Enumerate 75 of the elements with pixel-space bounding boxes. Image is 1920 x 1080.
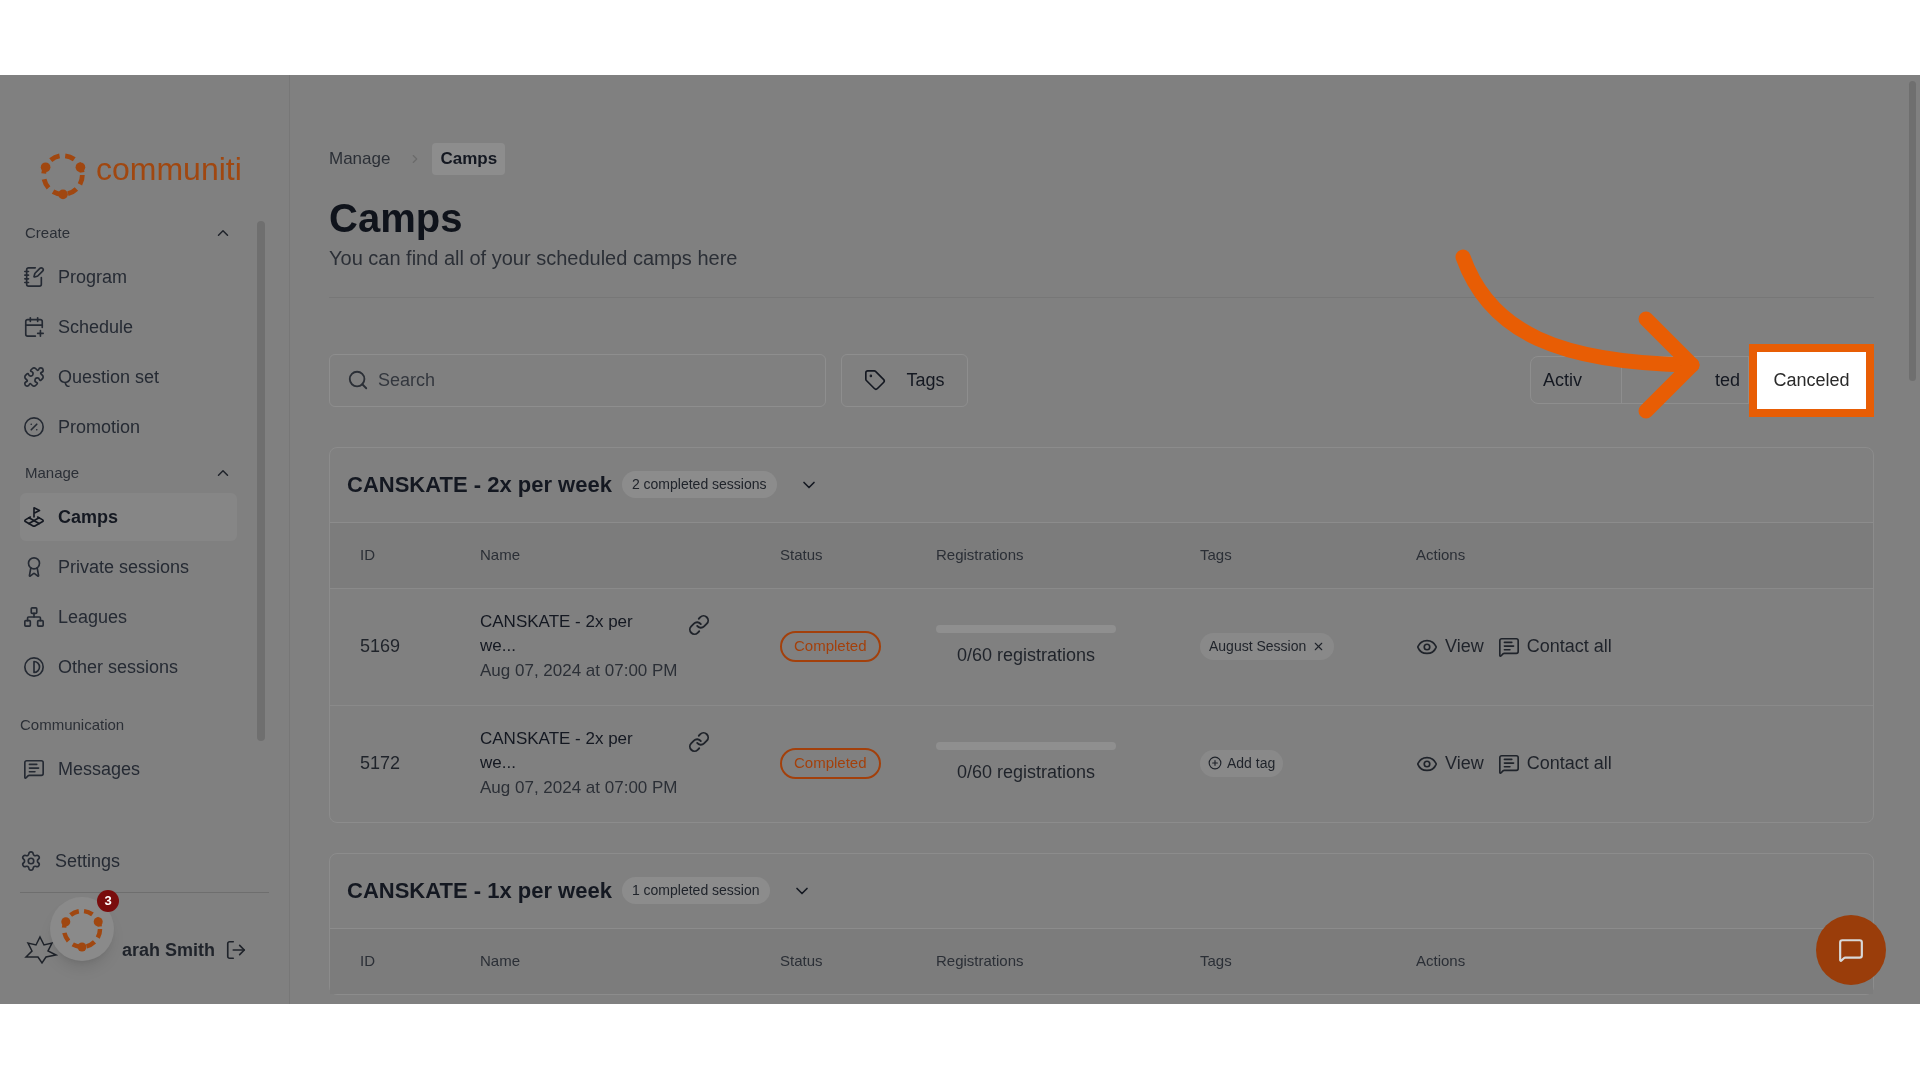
session-name: CANSKATE - 2x per we... [480, 610, 634, 657]
nav-item[interactable]: Schedule [20, 303, 237, 351]
registrations-count: 0/60 registrations [955, 643, 1097, 667]
group-title: CANSKATE - 2x per week [347, 471, 612, 499]
breadcrumb-link[interactable]: Manage [321, 143, 399, 175]
nav-icon [23, 316, 45, 338]
column-header: Status [780, 546, 823, 563]
logo-text: communiti [96, 153, 242, 185]
nav-item[interactable]: Program [20, 253, 237, 301]
nav-icon [23, 656, 45, 678]
status-badge: Completed [780, 631, 881, 662]
column-header: Status [780, 952, 823, 969]
nav-item[interactable]: Promotion [20, 403, 237, 451]
action-link[interactable]: Contact all [1497, 750, 1612, 777]
nav-icon [23, 366, 45, 388]
search-field[interactable]: Search [329, 353, 826, 407]
column-header: ID [360, 952, 375, 969]
nav-item[interactable]: Messages [20, 745, 237, 793]
nav-item[interactable]: Camps [20, 493, 237, 541]
page-title: Camps [329, 194, 464, 242]
nav-item[interactable]: Question set [20, 353, 237, 401]
add-tag-button[interactable]: Add tag [1200, 749, 1284, 777]
nav-item[interactable]: Leagues [20, 593, 237, 641]
nav-icon [23, 506, 45, 528]
message-icon [1497, 635, 1520, 658]
section-label: Manage [25, 462, 80, 483]
user-name: arah Smith [122, 938, 216, 962]
nav-item[interactable]: Private sessions [20, 543, 237, 591]
action-link[interactable]: View [1416, 633, 1484, 660]
nav-icon [23, 266, 45, 288]
nav-icon [23, 758, 45, 780]
column-header: Name [480, 546, 520, 563]
status-filter-tab[interactable]: Canceled [1749, 343, 1874, 417]
section-label: Communication [20, 714, 125, 735]
settings-icon [20, 850, 42, 872]
message-icon [1497, 752, 1520, 775]
tag-chip: August Session [1200, 633, 1335, 660]
group-title: CANSKATE - 1x per week [347, 877, 612, 905]
column-header: ID [360, 546, 375, 563]
session-name: CANSKATE - 2x per we... [480, 727, 634, 774]
logout-icon[interactable] [225, 939, 248, 961]
breadcrumb-link[interactable]: Camps [432, 143, 506, 175]
column-header: Registrations [936, 952, 1024, 969]
session-count-badge: 1 completed session [621, 877, 770, 904]
status-badge: Completed [780, 748, 881, 779]
search-icon [347, 368, 369, 391]
nav-icon [23, 416, 45, 438]
page-subtitle: You can find all of your scheduled camps here [329, 245, 739, 271]
notification-count: 3 [97, 890, 119, 912]
plus-icon [1208, 756, 1222, 771]
tags-button[interactable]: Tags [841, 353, 968, 407]
status-filter-tab[interactable]: Activ [1530, 356, 1622, 404]
action-link[interactable]: View [1416, 750, 1484, 777]
tag-icon [864, 369, 887, 391]
session-date: Aug 07, 2024 at 07:00 PM [480, 776, 678, 799]
nav-item[interactable]: Other sessions [20, 643, 237, 691]
link-icon[interactable] [687, 613, 710, 636]
column-header: Registrations [936, 546, 1024, 563]
id-cell: 5169 [360, 636, 401, 656]
column-header: Actions [1416, 546, 1466, 563]
notification-widget[interactable] [50, 897, 114, 961]
section-label: Create [25, 222, 71, 243]
registrations-count: 0/60 registrations [955, 760, 1097, 784]
session-count-badge: 2 completed sessions [621, 471, 777, 498]
settings-nav-item[interactable]: Settings [20, 837, 269, 885]
column-header: Tags [1200, 546, 1232, 563]
link-icon[interactable] [687, 730, 710, 753]
action-link[interactable]: Contact all [1497, 633, 1612, 660]
column-header: Tags [1200, 952, 1232, 969]
session-date: Aug 07, 2024 at 07:00 PM [480, 659, 678, 682]
id-cell: 5172 [360, 753, 401, 773]
nav-icon [23, 606, 45, 628]
chat-icon [1838, 937, 1864, 963]
column-header: Actions [1416, 952, 1466, 969]
column-header: Name [480, 952, 520, 969]
